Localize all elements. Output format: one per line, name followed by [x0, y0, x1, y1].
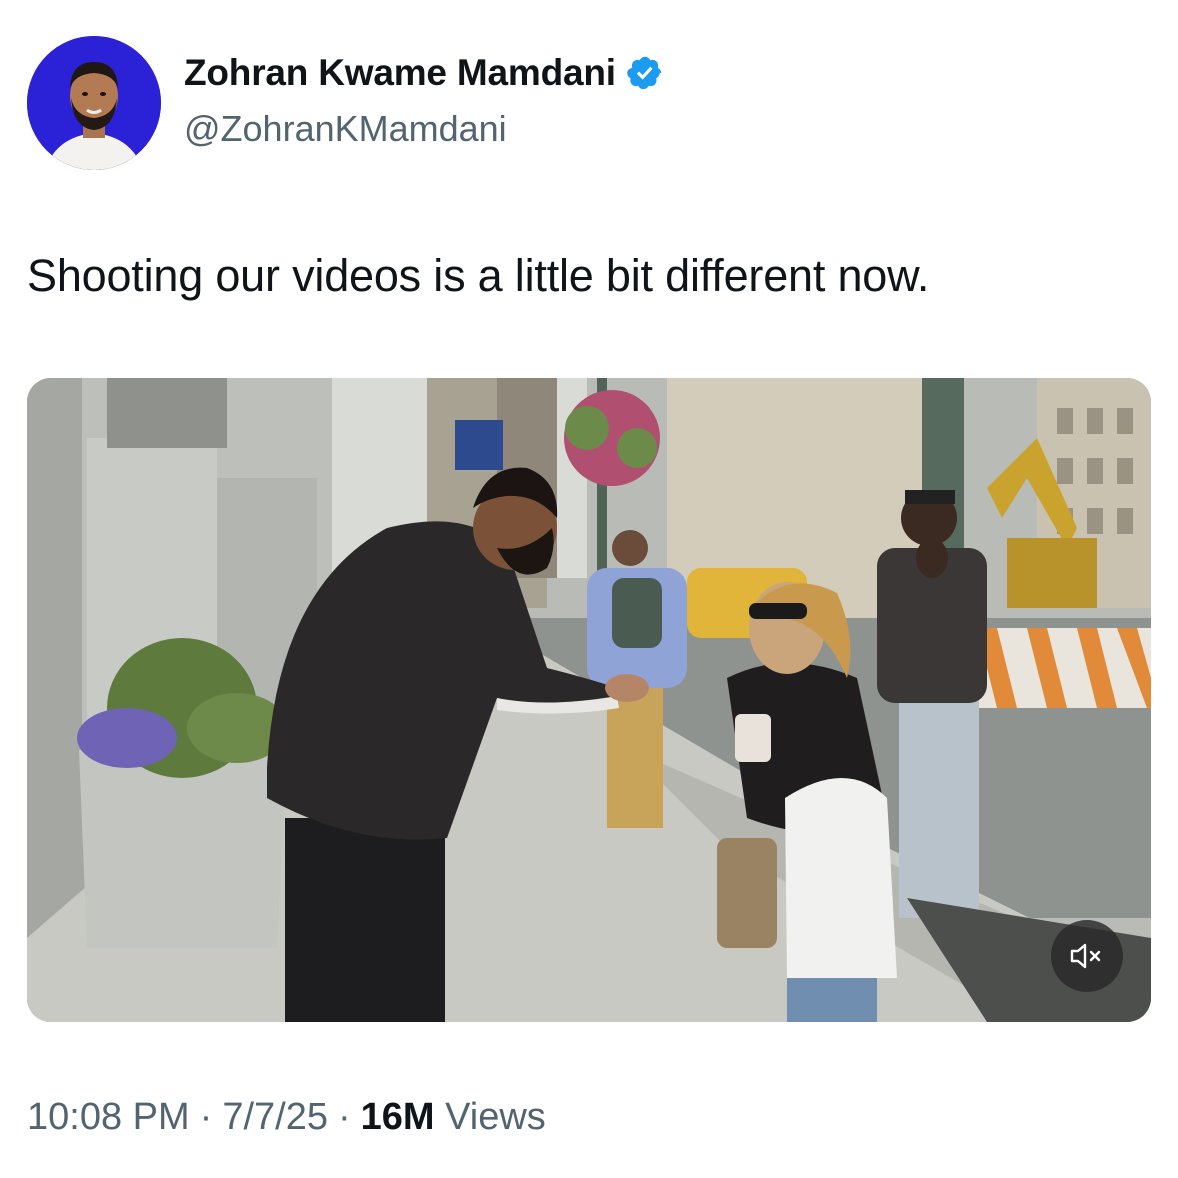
views-count[interactable]: 16M	[361, 1096, 435, 1138]
views-label: Views	[445, 1096, 546, 1138]
video-player[interactable]	[27, 378, 1151, 1022]
tweet: Zohran Kwame Mamdani @ZohranKMamdani Sho…	[0, 0, 1178, 1178]
tweet-date[interactable]: 7/7/25	[222, 1096, 328, 1139]
author-handle[interactable]: @ZohranKMamdani	[184, 108, 507, 150]
avatar-portrait	[27, 36, 161, 170]
tweet-time[interactable]: 10:08 PM	[27, 1096, 190, 1139]
tweet-text: Shooting our videos is a little bit diff…	[27, 250, 930, 301]
author-name-row: Zohran Kwame Mamdani	[184, 52, 664, 94]
meta-separator-2: ·	[337, 1096, 351, 1138]
tweet-meta: 10:08 PM · 7/7/25 · 16M Views	[27, 1096, 546, 1139]
mute-button[interactable]	[1051, 920, 1123, 992]
avatar[interactable]	[27, 36, 161, 170]
verified-badge-icon[interactable]	[626, 54, 664, 92]
meta-separator: ·	[199, 1096, 213, 1138]
author-display-name[interactable]: Zohran Kwame Mamdani	[184, 52, 616, 94]
video-frame	[27, 378, 1151, 1022]
speaker-muted-icon	[1070, 943, 1101, 969]
